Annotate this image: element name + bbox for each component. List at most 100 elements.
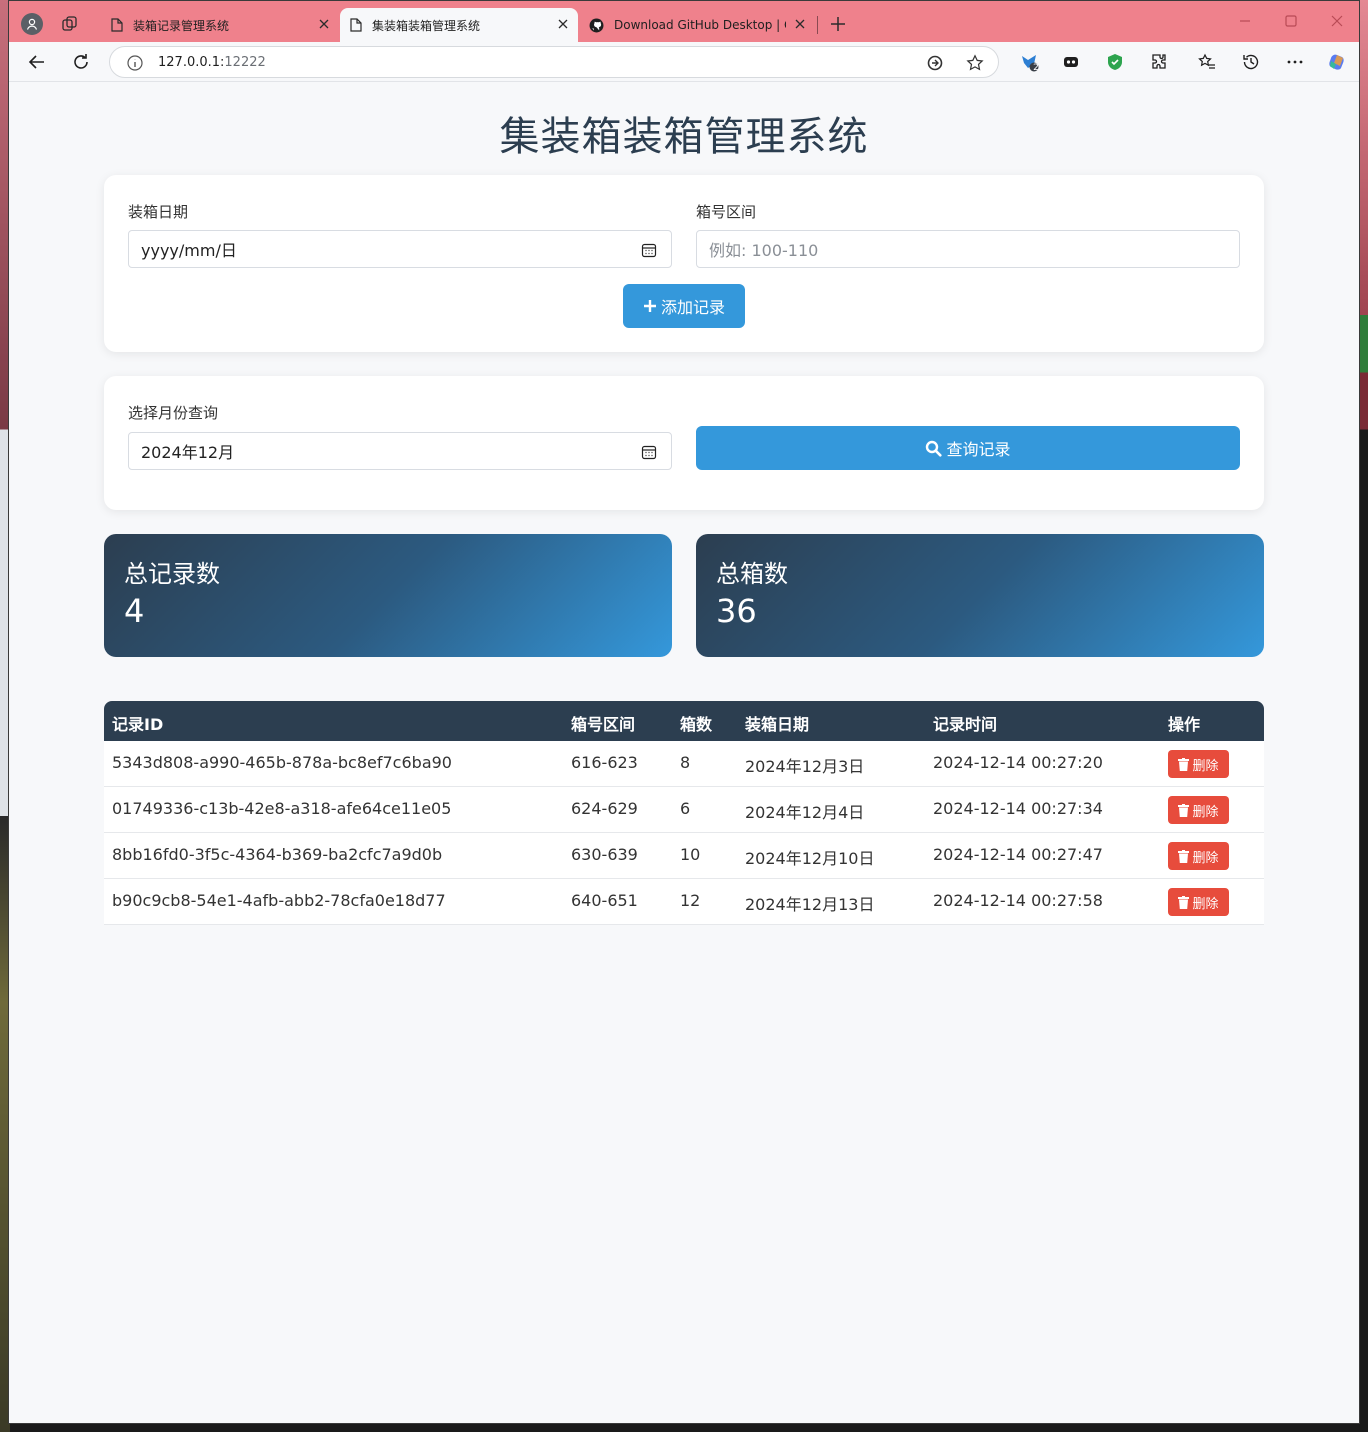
url-port: 12222 — [224, 55, 266, 70]
total-records-stat: 总记录数 4 — [104, 534, 672, 657]
cell-packing-date: 2024年12月10日 — [745, 849, 875, 868]
table-header: 记录ID 箱号区间 箱数 装箱日期 记录时间 操作 — [104, 701, 1264, 741]
cell-record-id: 8bb16fd0-3f5c-4364-b369-ba2cfc7a9d0b — [112, 845, 443, 864]
table-row: b90c9cb8-54e1-4afb-abb2-78cfa0e18d77 640… — [104, 879, 1264, 925]
url-text: 127.0.0.1:12222 — [158, 55, 266, 70]
browser-window: 装箱记录管理系统 集装箱装箱管理系统 Download GitHub Deskt… — [8, 0, 1360, 1424]
cell-record-time: 2024-12-14 00:27:34 — [933, 799, 1103, 818]
box-range-placeholder: 例如: 100-110 — [709, 241, 819, 260]
calendar-icon[interactable] — [641, 242, 657, 258]
close-icon[interactable] — [317, 17, 331, 31]
tab-packing-records[interactable]: 装箱记录管理系统 — [101, 8, 339, 42]
search-icon — [926, 440, 943, 457]
new-tab-icon[interactable] — [829, 15, 847, 33]
header-box-count: 箱数 — [680, 715, 713, 734]
header-packing-date: 装箱日期 — [745, 715, 810, 734]
total-boxes-stat: 总箱数 36 — [696, 534, 1264, 657]
cell-box-count: 8 — [680, 753, 691, 772]
delete-button[interactable]: 删除 — [1168, 750, 1229, 778]
more-menu-icon[interactable] — [1285, 52, 1305, 72]
refresh-icon[interactable] — [71, 52, 91, 72]
cell-box-count: 10 — [680, 845, 701, 864]
box-range-input[interactable]: 例如: 100-110 — [696, 230, 1240, 268]
trash-icon — [1178, 849, 1190, 863]
cell-record-id: b90c9cb8-54e1-4afb-abb2-78cfa0e18d77 — [112, 891, 446, 910]
minimize-icon[interactable] — [1237, 13, 1253, 29]
copilot-icon[interactable] — [1327, 52, 1347, 72]
back-arrow-icon[interactable] — [27, 52, 47, 72]
address-toolbar: 127.0.0.1:12222 2 — [9, 42, 1359, 82]
delete-label: 删除 — [1192, 896, 1219, 912]
total-records-value: 4 — [124, 592, 145, 630]
maximize-icon[interactable] — [1283, 13, 1299, 29]
page-title: 集装箱装箱管理系统 — [499, 114, 869, 160]
header-box-range: 箱号区间 — [571, 715, 636, 734]
document-icon — [350, 18, 362, 32]
tab-label: 装箱记录管理系统 — [133, 18, 230, 33]
add-record-button[interactable]: 添加记录 — [623, 284, 745, 328]
delete-button[interactable]: 删除 — [1168, 842, 1229, 870]
github-icon — [589, 18, 604, 32]
header-record-time: 记录时间 — [933, 715, 998, 734]
cell-box-range: 624-629 — [571, 799, 638, 818]
tab-strip: 装箱记录管理系统 集装箱装箱管理系统 Download GitHub Deskt… — [9, 1, 1359, 42]
cell-record-time: 2024-12-14 00:27:58 — [933, 891, 1103, 910]
close-icon[interactable] — [556, 17, 570, 31]
cell-packing-date: 2024年12月13日 — [745, 895, 875, 914]
packing-date-label: 装箱日期 — [128, 203, 189, 221]
calendar-icon[interactable] — [641, 444, 657, 460]
add-record-label: 添加记录 — [660, 298, 725, 317]
url-host: 127.0.0.1: — [158, 55, 225, 70]
query-records-label: 查询记录 — [946, 440, 1011, 459]
trash-icon — [1178, 757, 1190, 771]
cell-packing-date: 2024年12月3日 — [745, 757, 865, 776]
query-card: 选择月份查询 2024年12月 查询记录 — [104, 376, 1264, 510]
extension-badge: 2 — [1033, 63, 1039, 73]
cell-record-time: 2024-12-14 00:27:47 — [933, 845, 1103, 864]
delete-button[interactable]: 删除 — [1168, 888, 1229, 916]
close-window-icon[interactable] — [1329, 13, 1345, 29]
tab-github-desktop[interactable]: Download GitHub Desktop | GitH — [579, 8, 815, 42]
page-content: 集装箱装箱管理系统 装箱日期 yyyy/mm/日 箱号区间 例如: 100-11… — [9, 82, 1359, 1423]
month-query-label: 选择月份查询 — [128, 404, 219, 422]
history-icon[interactable] — [1241, 52, 1261, 72]
plus-icon — [643, 300, 656, 312]
total-boxes-label: 总箱数 — [716, 560, 788, 588]
cell-packing-date: 2024年12月4日 — [745, 803, 865, 822]
cell-box-range: 640-651 — [571, 891, 638, 910]
delete-label: 删除 — [1192, 758, 1219, 774]
cell-record-id: 5343d808-a990-465b-878a-bc8ef7c6ba90 — [112, 753, 452, 772]
profile-avatar-icon[interactable] — [21, 13, 43, 35]
table-row: 8bb16fd0-3f5c-4364-b369-ba2cfc7a9d0b 630… — [104, 833, 1264, 879]
document-icon — [111, 18, 123, 32]
extension-mask-icon[interactable] — [1061, 52, 1081, 72]
trash-icon — [1178, 803, 1190, 817]
favorite-star-icon[interactable] — [966, 54, 984, 72]
packing-date-value: yyyy/mm/日 — [141, 241, 237, 260]
cell-box-count: 12 — [680, 891, 701, 910]
box-range-label: 箱号区间 — [696, 203, 757, 221]
cell-box-count: 6 — [680, 799, 691, 818]
tab-label: Download GitHub Desktop | GitH — [614, 18, 786, 32]
total-records-label: 总记录数 — [124, 560, 220, 588]
shield-icon[interactable] — [1105, 52, 1125, 72]
close-icon[interactable] — [793, 17, 807, 31]
site-info-icon[interactable] — [126, 54, 144, 72]
cell-record-time: 2024-12-14 00:27:20 — [933, 753, 1103, 772]
favorites-icon[interactable] — [1197, 52, 1217, 72]
cell-box-range: 616-623 — [571, 753, 638, 772]
query-records-button[interactable]: 查询记录 — [696, 426, 1240, 470]
workspaces-icon[interactable] — [61, 15, 79, 33]
tab-container-system[interactable]: 集装箱装箱管理系统 — [340, 8, 578, 42]
records-table: 记录ID 箱号区间 箱数 装箱日期 记录时间 操作 5343d808-a990-… — [104, 701, 1264, 925]
delete-label: 删除 — [1192, 850, 1219, 866]
trash-icon — [1178, 895, 1190, 909]
address-bar[interactable]: 127.0.0.1:12222 — [109, 46, 999, 78]
cell-record-id: 01749336-c13b-42e8-a318-afe64ce11e05 — [112, 799, 452, 818]
read-aloud-icon[interactable] — [926, 54, 944, 72]
extensions-puzzle-icon[interactable] — [1149, 52, 1169, 72]
month-query-input[interactable]: 2024年12月 — [128, 432, 672, 470]
packing-date-input[interactable]: yyyy/mm/日 — [128, 230, 672, 268]
add-record-card: 装箱日期 yyyy/mm/日 箱号区间 例如: 100-110 添加记录 — [104, 175, 1264, 352]
delete-button[interactable]: 删除 — [1168, 796, 1229, 824]
